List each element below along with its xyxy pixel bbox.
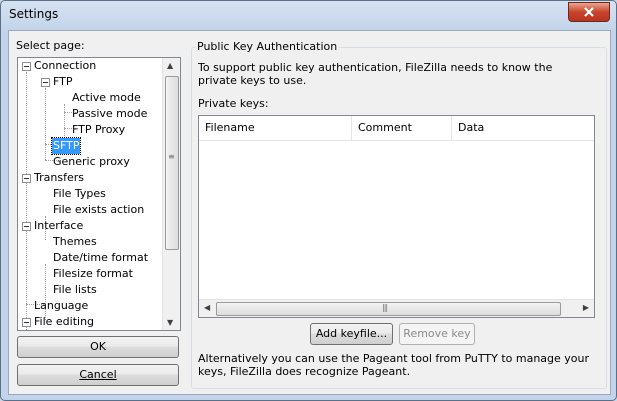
pageant-note: Alternatively you can use the Pageant to… <box>198 352 590 378</box>
tree-item-language[interactable]: Language <box>34 298 88 314</box>
collapse-icon[interactable] <box>41 78 50 87</box>
settings-page-tree[interactable]: Connection FTP Active mode Passive mode … <box>17 57 181 331</box>
tree-item-ftp[interactable]: FTP <box>53 74 73 90</box>
tree-item-generic-proxy[interactable]: Generic proxy <box>53 154 130 170</box>
panel-title: Public Key Authentication <box>195 40 340 53</box>
select-page-label: Select page: <box>16 39 85 52</box>
collapse-icon[interactable] <box>22 174 31 183</box>
add-keyfile-button[interactable]: Add keyfile... <box>310 323 393 345</box>
scroll-right-icon[interactable]: ▶ <box>583 303 589 312</box>
remove-key-button[interactable]: Remove key <box>399 323 475 345</box>
grip-icon: ≡ <box>168 152 175 161</box>
cancel-button[interactable]: Cancel <box>17 364 179 386</box>
column-header-filename[interactable]: Filename <box>199 116 352 140</box>
header-divider <box>199 140 594 141</box>
settings-window: Settings Select page: Connection FTP Act… <box>0 0 617 401</box>
scroll-down-icon[interactable]: ▼ <box>167 318 173 327</box>
private-keys-list[interactable]: Filename Comment Data ◀ ||| ▶ <box>198 115 595 318</box>
column-header-comment[interactable]: Comment <box>352 116 452 140</box>
dialog-client-area: Select page: Connection FTP Active mode … <box>8 30 611 395</box>
private-keys-label: Private keys: <box>198 97 269 110</box>
tree-item-transfers[interactable]: Transfers <box>34 170 84 186</box>
close-icon <box>584 7 594 17</box>
tree-item-filesize-format[interactable]: Filesize format <box>53 266 133 282</box>
scrollbar-thumb[interactable]: ≡ <box>165 76 179 250</box>
tree-vertical-scrollbar[interactable]: ▲ ≡ ▼ <box>162 58 180 330</box>
tree-item-interface[interactable]: Interface <box>34 218 83 234</box>
tree-item-passive-mode[interactable]: Passive mode <box>72 106 147 122</box>
scroll-up-icon[interactable]: ▲ <box>167 61 173 70</box>
tree-item-file-exists-action[interactable]: File exists action <box>53 202 144 218</box>
tree-item-themes[interactable]: Themes <box>53 234 97 250</box>
tree-item-sftp[interactable]: SFTP <box>50 137 82 155</box>
close-button[interactable] <box>568 2 610 22</box>
tree-item-active-mode[interactable]: Active mode <box>72 90 141 106</box>
scrollbar-thumb[interactable]: ||| <box>216 302 561 316</box>
collapse-icon[interactable] <box>22 222 31 231</box>
tree-item-connection[interactable]: Connection <box>34 58 96 74</box>
tree-item-file-types[interactable]: File Types <box>53 186 106 202</box>
tree-item-ftp-proxy[interactable]: FTP Proxy <box>72 122 125 138</box>
scroll-left-icon[interactable]: ◀ <box>204 303 210 312</box>
window-title: Settings <box>9 7 59 21</box>
tree-line <box>26 72 27 330</box>
tree-line <box>45 88 46 160</box>
panel-description: To support public key authentication, Fi… <box>198 61 553 87</box>
grip-icon: ||| <box>382 303 388 312</box>
ok-button[interactable]: OK <box>17 336 179 358</box>
tree-item-file-lists[interactable]: File lists <box>53 282 97 298</box>
collapse-icon[interactable] <box>22 62 31 71</box>
tree-item-file-editing[interactable]: File editing <box>34 314 94 330</box>
list-horizontal-scrollbar[interactable]: ◀ ||| ▶ <box>199 299 594 317</box>
collapse-icon[interactable] <box>22 318 31 327</box>
column-header-data[interactable]: Data <box>452 116 594 140</box>
tree-item-date-time-format[interactable]: Date/time format <box>53 250 148 266</box>
